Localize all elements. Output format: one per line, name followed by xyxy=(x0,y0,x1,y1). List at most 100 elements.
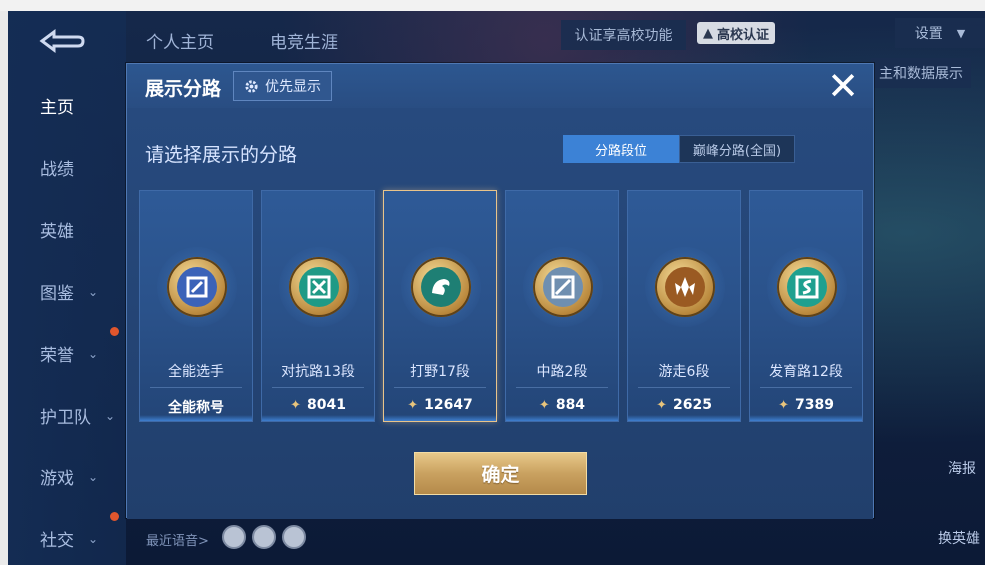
sidebar-item-label: 社交 xyxy=(40,531,74,551)
priority-display-button[interactable]: 优先显示 xyxy=(233,71,332,101)
dialog-title: 展示分路 xyxy=(145,78,222,100)
confirm-button[interactable]: 确定 xyxy=(414,452,587,495)
lane-name: 发育路12段 xyxy=(769,364,843,380)
mountain-icon: ▲ xyxy=(703,25,713,41)
lane-card[interactable]: 对抗路13段 ✦ 8041 xyxy=(261,190,375,422)
sidebar-item-label: 主页 xyxy=(40,98,74,118)
sidebar-item[interactable]: 游戏 ⌄ xyxy=(40,464,98,489)
lane-card[interactable]: 打野17段 ✦ 12647 xyxy=(383,190,497,422)
farm-lane-icon xyxy=(777,257,837,317)
rank-point-icon: ✦ xyxy=(407,398,419,413)
lane-score: 全能称号 xyxy=(140,397,252,417)
jungle-icon xyxy=(411,257,471,317)
tab-esports[interactable]: 电竞生涯 xyxy=(270,28,338,53)
segment-peak-lane[interactable]: 巅峰分路(全国) xyxy=(679,135,795,163)
chevron-down-icon: ▼ xyxy=(956,26,966,40)
lane-card[interactable]: 游走6段 ✦ 2625 xyxy=(627,190,741,422)
lane-display-dialog: 展示分路 优先显示 ✕ 请选择展示的分路 分路段位 巅峰分路(全国) 全能选手全… xyxy=(126,63,874,519)
dialog-body: 请选择展示的分路 分路段位 巅峰分路(全国) 全能选手 全能称号 对抗路13段 ✦ 80… xyxy=(127,108,873,519)
dialog-header: 展示分路 优先显示 ✕ xyxy=(127,64,873,108)
rank-point-icon: ✦ xyxy=(538,398,550,413)
school-badge-label: 高校认证 xyxy=(717,27,770,43)
gear-icon xyxy=(245,79,258,93)
sidebar-item[interactable]: 主页 xyxy=(40,93,74,118)
rank-point-icon: ✦ xyxy=(778,398,789,413)
sidebar-item-label: 图鉴 xyxy=(40,284,74,304)
lane-divider xyxy=(516,387,608,388)
lane-score-value: 7389 xyxy=(794,397,834,413)
roam-icon xyxy=(655,257,715,317)
lane-score-value: 全能称号 xyxy=(168,400,224,416)
lane-card[interactable]: 全能选手 全能称号 xyxy=(139,190,253,422)
all-round-icon xyxy=(167,257,227,317)
sidebar-item[interactable]: 英雄 xyxy=(40,217,74,242)
sidebar-item-label: 荣誉 xyxy=(40,346,74,366)
voice-avatar-icon[interactable] xyxy=(252,525,276,549)
clash-lane-icon xyxy=(289,257,349,317)
chevron-down-icon: ⌄ xyxy=(88,531,99,546)
lane-name: 打野17段 xyxy=(410,364,470,380)
lane-score-value: 2625 xyxy=(672,397,712,413)
lane-card-highlight xyxy=(262,415,374,421)
back-arrow-icon[interactable] xyxy=(36,28,86,54)
lane-score: ✦ 884 xyxy=(506,397,618,413)
sidebar-item-label: 战绩 xyxy=(40,160,74,180)
lane-divider xyxy=(638,387,730,388)
lane-score-value: 8041 xyxy=(306,397,346,413)
browser-left-strip xyxy=(0,11,8,565)
lane-divider xyxy=(760,387,852,388)
lane-score: ✦ 12647 xyxy=(384,397,496,413)
lane-name: 对抗路13段 xyxy=(281,364,355,380)
sidebar-item[interactable]: 社交 ⌄ xyxy=(40,526,98,551)
poster-label[interactable]: 海报 xyxy=(948,458,976,478)
browser-top-strip xyxy=(0,0,985,11)
sidebar-item[interactable]: 图鉴 ⌄ xyxy=(40,279,98,304)
sidebar-item[interactable]: 护卫队 ⌄ xyxy=(40,403,115,428)
school-auth-badge[interactable]: ▲ 高校认证 xyxy=(697,22,776,44)
sidebar-item-label: 护卫队 xyxy=(40,408,91,428)
segment-lane-rank[interactable]: 分路段位 xyxy=(563,135,679,163)
lane-score: ✦ 7389 xyxy=(750,397,862,413)
recent-voice-label[interactable]: 最近语音> xyxy=(146,530,209,549)
lane-score-value: 12647 xyxy=(424,397,473,413)
close-icon[interactable]: ✕ xyxy=(823,66,863,106)
mid-lane-icon xyxy=(533,257,593,317)
lane-divider xyxy=(394,387,486,388)
select-lane-prompt: 请选择展示的分路 xyxy=(145,144,298,166)
chevron-down-icon: ⌄ xyxy=(88,346,99,361)
data-display-button[interactable]: 主和数据展示 xyxy=(871,58,971,88)
chevron-down-icon: ⌄ xyxy=(88,469,99,484)
lane-score: ✦ 2625 xyxy=(628,397,740,413)
sidebar-item-label: 英雄 xyxy=(40,222,74,242)
notification-dot xyxy=(110,327,119,336)
tab-profile[interactable]: 个人主页 xyxy=(146,28,214,53)
lane-card-highlight xyxy=(628,415,740,421)
lane-name: 游走6段 xyxy=(658,364,710,380)
switch-hero-label[interactable]: 换英雄 xyxy=(938,528,980,548)
notification-dot xyxy=(110,512,119,521)
voice-avatar-icon[interactable] xyxy=(222,525,246,549)
priority-label: 优先显示 xyxy=(265,79,321,95)
voice-avatar-icon[interactable] xyxy=(282,525,306,549)
lane-card[interactable]: 中路2段 ✦ 884 xyxy=(505,190,619,422)
rank-point-icon: ✦ xyxy=(290,398,301,413)
sidebar-item-label: 游戏 xyxy=(40,469,74,489)
lane-name: 全能选手 xyxy=(168,364,224,380)
lane-card-highlight xyxy=(384,415,496,421)
lane-name: 中路2段 xyxy=(536,364,588,380)
lane-card-highlight xyxy=(506,415,618,421)
lane-card[interactable]: 发育路12段 ✦ 7389 xyxy=(749,190,863,422)
lane-card-highlight xyxy=(140,415,252,421)
settings-label: 设置 xyxy=(914,26,943,42)
chevron-down-icon: ⌄ xyxy=(88,284,99,299)
sidebar-item[interactable]: 战绩 xyxy=(40,155,74,180)
school-auth-text[interactable]: 认证享高校功能 xyxy=(561,20,686,50)
settings-button[interactable]: 设置 ▼ xyxy=(895,18,985,48)
lane-score: ✦ 8041 xyxy=(262,397,374,413)
lane-card-highlight xyxy=(750,415,862,421)
rank-point-icon: ✦ xyxy=(656,398,667,413)
chevron-down-icon: ⌄ xyxy=(105,408,116,423)
lane-divider xyxy=(150,387,242,388)
lane-divider xyxy=(272,387,364,388)
sidebar-item[interactable]: 荣誉 ⌄ xyxy=(40,341,98,366)
